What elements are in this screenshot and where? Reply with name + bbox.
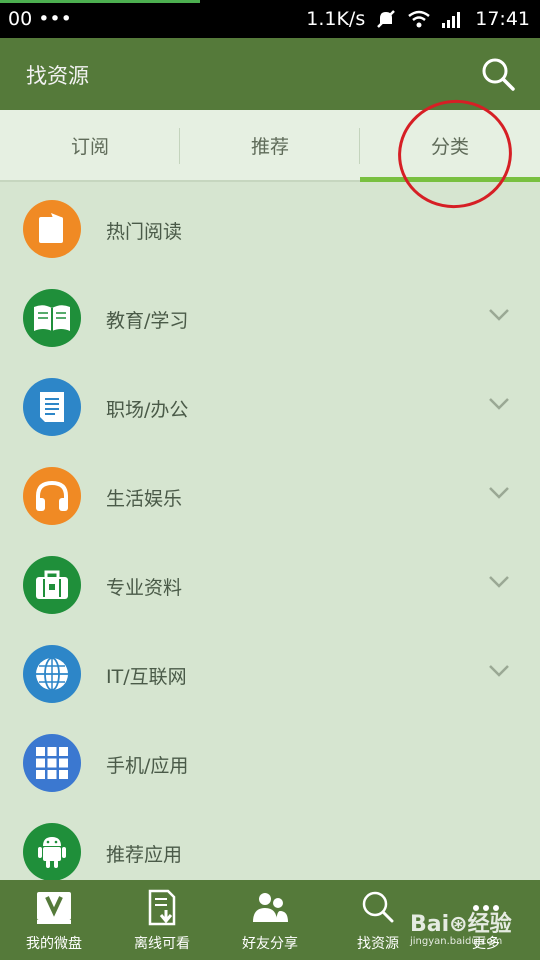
chevron-down-icon[interactable] (488, 308, 510, 322)
tab-recommend[interactable]: 推荐 (180, 110, 360, 180)
watermark-brand: Bai⊛经验 (410, 912, 512, 937)
chevron-down-icon[interactable] (488, 486, 510, 500)
download-doc-icon (148, 889, 176, 926)
tab-subscribe[interactable]: 订阅 (0, 110, 180, 180)
drive-icon (37, 892, 71, 924)
watermark-url: jingyan.baidu.com (410, 936, 503, 947)
category-list: 热门阅读 教育/学习 职场/办公 生活娱乐 专业资料 IT/互联网 手机/应用 … (0, 184, 540, 880)
category-item-professional[interactable]: 专业资料 (0, 540, 540, 629)
nav-offline[interactable]: 离线可看 (108, 880, 216, 960)
category-label: 专业资料 (106, 577, 183, 599)
chevron-down-icon[interactable] (488, 664, 510, 678)
category-item-mobile-apps[interactable]: 手机/应用 (0, 718, 540, 807)
category-label: 热门阅读 (106, 221, 183, 243)
search-icon (362, 891, 394, 923)
friends-icon (253, 893, 288, 922)
category-label: 教育/学习 (106, 310, 189, 332)
open-book-icon (23, 289, 81, 347)
android-icon (23, 823, 81, 880)
category-label: 生活娱乐 (106, 488, 183, 510)
signal-icon (442, 12, 461, 28)
category-item-hot-reading[interactable]: 热门阅读 (0, 184, 540, 273)
nav-friends-share[interactable]: 好友分享 (216, 880, 324, 960)
book-card-icon (23, 200, 81, 258)
nav-label: 离线可看 (134, 936, 190, 952)
tab-label: 订阅 (70, 135, 109, 158)
mute-icon (377, 10, 396, 28)
search-icon[interactable] (478, 54, 518, 94)
headphones-icon (23, 467, 81, 525)
category-label: IT/互联网 (106, 666, 187, 688)
grid-icon (23, 734, 81, 792)
category-item-recommended-apps[interactable]: 推荐应用 (0, 807, 540, 880)
load-progress (0, 0, 200, 3)
chevron-down-icon[interactable] (488, 575, 510, 589)
document-icon (23, 378, 81, 436)
baidu-watermark: Bai⊛经验 jingyan.baidu.com (410, 906, 512, 947)
category-label: 推荐应用 (106, 844, 183, 866)
status-notifications: 00 ••• (8, 8, 72, 30)
status-bar: 00 ••• 1.1K/s 17:41 (0, 0, 540, 38)
wifi-icon (408, 10, 431, 28)
nav-my-drive[interactable]: 我的微盘 (0, 880, 108, 960)
nav-label: 我的微盘 (26, 936, 82, 952)
category-label: 手机/应用 (106, 755, 189, 777)
category-item-lifestyle[interactable]: 生活娱乐 (0, 451, 540, 540)
category-item-it-internet[interactable]: IT/互联网 (0, 629, 540, 718)
globe-icon (23, 645, 81, 703)
category-label: 职场/办公 (106, 399, 189, 421)
chevron-down-icon[interactable] (488, 397, 510, 411)
clock: 17:41 (475, 8, 530, 30)
briefcase-icon (23, 556, 81, 614)
nav-label: 好友分享 (242, 936, 298, 952)
tab-label: 推荐 (250, 135, 289, 158)
category-item-workplace[interactable]: 职场/办公 (0, 362, 540, 451)
category-item-education[interactable]: 教育/学习 (0, 273, 540, 362)
page-title: 找资源 (26, 64, 89, 88)
network-speed: 1.1K/s (306, 8, 366, 30)
